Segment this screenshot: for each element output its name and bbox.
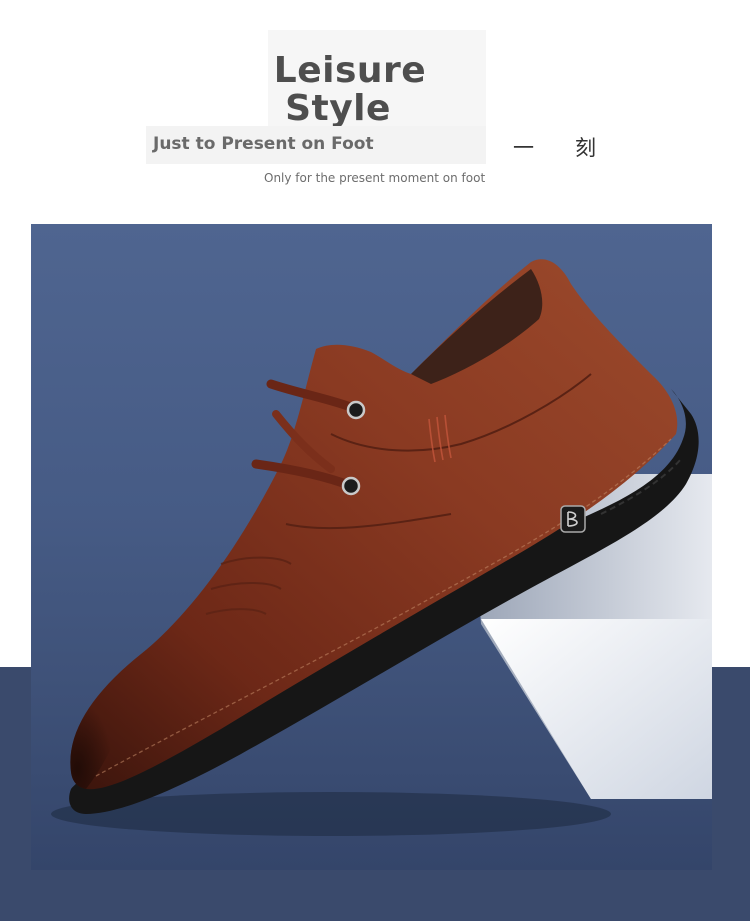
product-photo: [31, 224, 712, 870]
eyelet-icon: [346, 400, 366, 420]
subtitle: Just to Present on Foot: [153, 134, 374, 154]
heel-logo-icon: [560, 505, 586, 533]
page-title-line2: Style: [285, 88, 391, 129]
cjk-char-2: 刻: [575, 136, 596, 160]
cjk-char-1: 一: [513, 136, 534, 160]
header: Leisure Style Just to Present on Foot 一 …: [0, 0, 750, 215]
page-title-line1: Leisure: [273, 50, 427, 91]
shoe-illustration: [51, 259, 712, 836]
eyelet-icon: [341, 476, 361, 496]
tagline: Only for the present moment on foot: [264, 171, 486, 185]
